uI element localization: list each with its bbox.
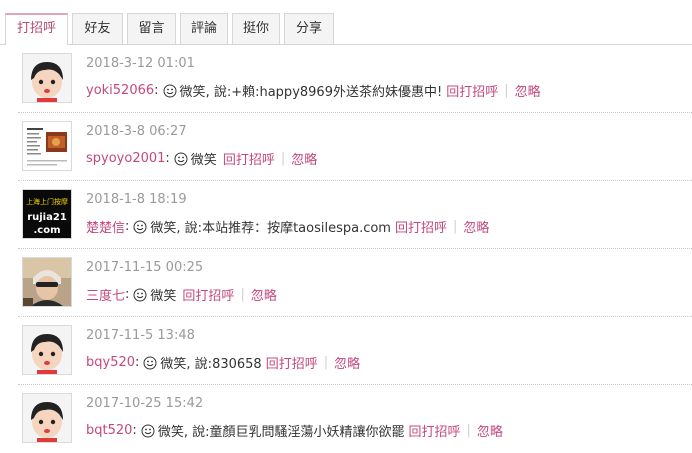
greet-back-link[interactable]: 回打招呼 (395, 217, 447, 236)
separator: | (452, 219, 458, 234)
greeting-action: 微笑 (190, 153, 217, 168)
greeting-message: , 說:830658 (186, 357, 262, 372)
greet-back-link[interactable]: 回打招呼 (408, 421, 460, 440)
smiley-icon (143, 356, 157, 370)
timestamp: 2018-3-12 01:01 (86, 56, 195, 71)
ad-banner-icon: 上海上门按摩 rujia21 .com (23, 190, 71, 238)
ignore-link[interactable]: 忽略 (477, 421, 503, 440)
greeting-line: bqt520 : 微笑, 說:童顏巨乳問騷淫蕩小妖精讓你欲罷 回打招呼 | 忽略 (86, 421, 503, 440)
greeting-action: 微笑 (160, 357, 187, 372)
avatar[interactable] (22, 257, 72, 307)
timestamp: 2018-3-8 06:27 (86, 124, 187, 139)
separator: | (466, 423, 471, 438)
avatar[interactable] (22, 53, 72, 103)
smiley-icon (141, 424, 155, 438)
tab-greet[interactable]: 打招呼 (5, 13, 68, 45)
greeting-line: spyoyo2001 : 微笑 回打招呼 | 忽略 (86, 149, 317, 168)
user-link[interactable]: spyoyo2001 (86, 151, 165, 166)
smiley-icon (163, 84, 177, 98)
timestamp: 2017-11-15 00:25 (86, 260, 204, 275)
greet-back-link[interactable]: 回打招呼 (182, 285, 234, 304)
list-item: 上海上门按摩 rujia21 .com 2018-1-8 18:19 楚楚信 :… (0, 181, 692, 249)
smiley-icon (174, 152, 188, 166)
list-item: 2017-11-5 13:48 bqy520 : 微笑, 說:830658 回打… (0, 317, 692, 385)
separator: | (280, 151, 286, 166)
tab-comments[interactable]: 評論 (180, 13, 228, 44)
ad-line-2: rujia21 (27, 212, 67, 223)
greeting-action: 微笑 (179, 85, 206, 100)
greet-back-link[interactable]: 回打招呼 (446, 81, 498, 100)
colon: : (154, 83, 159, 98)
ad-line-1: 上海上门按摩 (26, 197, 68, 206)
greeting-message: , 說:本站推荐：按摩taosilespa.com (176, 221, 391, 236)
list-item: 2018-3-8 06:27 spyoyo2001 : 微笑 回打招呼 | 忽略 (0, 113, 692, 181)
avatar[interactable] (22, 325, 72, 375)
smiley-icon (133, 220, 147, 234)
smiley-icon (133, 288, 147, 302)
cartoon-girl-avatar-icon (23, 54, 71, 102)
greeting-action: 微笑 (157, 425, 184, 440)
greet-back-link[interactable]: 回打招呼 (223, 149, 275, 168)
list-item: 2017-10-25 15:42 bqt520 : 微笑, 說:童顏巨乳問騷淫蕩… (0, 385, 692, 453)
user-link[interactable]: yoki52066 (86, 83, 154, 98)
tab-messages[interactable]: 留言 (127, 13, 176, 44)
tab-friends[interactable]: 好友 (72, 13, 123, 44)
greeting-line: 三度七 : 微笑 回打招呼 | 忽略 (86, 285, 277, 304)
ignore-link[interactable]: 忽略 (334, 353, 360, 372)
timestamp: 2018-1-8 18:19 (86, 192, 187, 207)
greeting-line: yoki52066 : 微笑, 說:+賴:happy8969外送茶約妹優惠中! … (86, 81, 541, 100)
timestamp: 2017-11-5 13:48 (86, 328, 195, 343)
document-thumb-icon (23, 122, 71, 170)
list-item: 2017-11-15 00:25 三度七 : 微笑 回打招呼 | 忽略 (0, 249, 692, 317)
greeting-message: , 說:童顏巨乳問騷淫蕩小妖精讓你欲罷 (183, 425, 405, 440)
greeting-line: 楚楚信 : 微笑, 說:本站推荐：按摩taosilespa.com 回打招呼 |… (86, 217, 489, 236)
colon: : (165, 151, 170, 166)
user-link[interactable]: bqt520 (86, 423, 132, 438)
avatar[interactable]: 上海上门按摩 rujia21 .com (22, 189, 72, 239)
list-item: 2018-3-12 01:01 yoki52066 : 微笑, 說:+賴:hap… (0, 45, 692, 113)
ignore-link[interactable]: 忽略 (251, 285, 277, 304)
greeting-action: 微笑 (150, 289, 177, 304)
greet-back-link[interactable]: 回打招呼 (266, 353, 318, 372)
cartoon-girl-avatar-icon (23, 394, 71, 442)
colon: : (132, 423, 137, 438)
timestamp: 2017-10-25 15:42 (86, 396, 204, 411)
separator: | (504, 83, 509, 98)
ignore-link[interactable]: 忽略 (515, 81, 541, 100)
tab-support[interactable]: 挺你 (232, 13, 280, 44)
greeting-line: bqy520 : 微笑, 說:830658 回打招呼 | 忽略 (86, 353, 360, 372)
colon: : (125, 287, 130, 302)
photo-person-icon (23, 258, 71, 306)
user-link[interactable]: 三度七 (86, 285, 125, 304)
colon: : (125, 219, 130, 234)
avatar[interactable] (22, 121, 72, 171)
ignore-link[interactable]: 忽略 (291, 149, 317, 168)
avatar[interactable] (22, 393, 72, 443)
user-link[interactable]: 楚楚信 (86, 217, 125, 236)
ignore-link[interactable]: 忽略 (463, 217, 489, 236)
cartoon-girl-avatar-icon (23, 326, 71, 374)
ad-line-3: .com (33, 225, 60, 236)
user-link[interactable]: bqy520 (86, 355, 135, 370)
greeting-action: 微笑 (150, 221, 177, 236)
greeting-message: , 說:+賴:happy8969外送茶約妹優惠中! (205, 85, 443, 100)
tab-bar: 打招呼 好友 留言 評論 挺你 分享 (0, 0, 692, 45)
separator: | (323, 355, 329, 370)
colon: : (135, 355, 140, 370)
tab-share[interactable]: 分享 (284, 13, 334, 44)
separator: | (240, 287, 245, 302)
